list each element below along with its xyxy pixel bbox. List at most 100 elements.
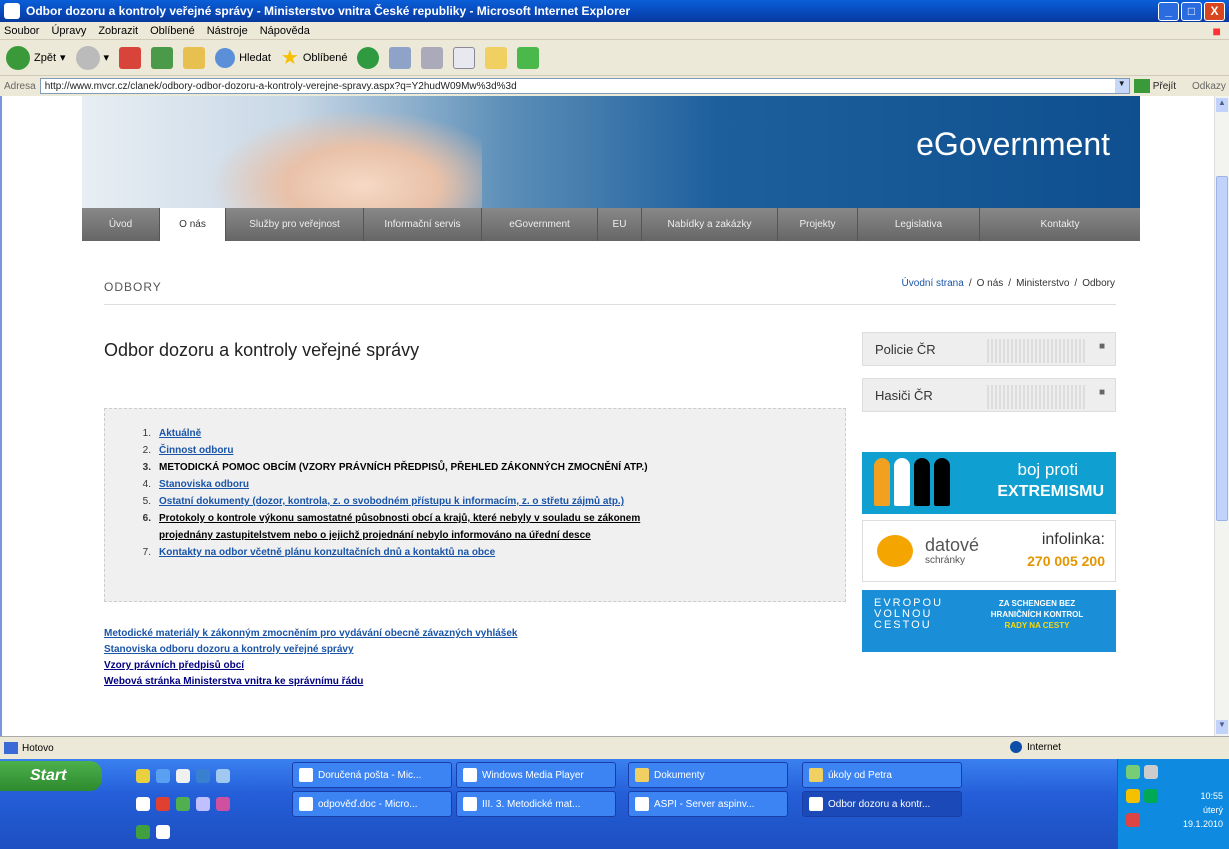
print-icon[interactable] [421, 46, 444, 69]
close-button[interactable]: X [1204, 2, 1225, 21]
scroll-up-icon[interactable]: ▲ [1216, 98, 1228, 112]
quicklaunch-icon[interactable] [136, 769, 150, 783]
menu-zobrazit[interactable]: Zobrazit [98, 25, 138, 37]
breadcrumb-home[interactable]: Úvodní strana [902, 278, 964, 289]
task-dokumenty[interactable]: Dokumenty [628, 762, 788, 788]
task-outlook[interactable]: Doručená pošta - Mic... [292, 762, 452, 788]
side-link-policie[interactable]: Policie ČR ■ [862, 332, 1116, 366]
menu-oblibene[interactable]: Oblíbené [150, 25, 195, 37]
breadcrumb-o-nas[interactable]: O nás [977, 278, 1004, 289]
address-input[interactable]: http://www.mvcr.cz/clanek/odbory-odbor-d… [39, 78, 1130, 94]
home-icon[interactable] [183, 46, 206, 69]
task-metodicke[interactable]: III. 3. Metodické mat... [456, 791, 616, 817]
links-label[interactable]: Odkazy [1192, 81, 1226, 92]
tray-icon[interactable] [1126, 789, 1140, 803]
quicklaunch-icon[interactable] [216, 769, 230, 783]
minimize-button[interactable]: _ [1158, 2, 1179, 21]
nav-sluzby[interactable]: Služby pro veřejnost [226, 208, 364, 241]
bottom-links: Metodické materiály k zákonným zmocněním… [104, 626, 518, 690]
plus-icon: ■ [1098, 387, 1105, 398]
tray-icon[interactable] [1126, 765, 1140, 779]
page-title: Odbor dozoru a kontroly veřejné správy [104, 340, 420, 360]
ie-logo-icon [809, 797, 823, 811]
globe-icon [1010, 741, 1022, 753]
nav-legislativa[interactable]: Legislativa [858, 208, 980, 241]
header-banner: eGovernment [82, 96, 1140, 208]
folder-icon[interactable] [485, 46, 508, 69]
start-button[interactable]: Start [0, 761, 102, 791]
banner-schengen[interactable]: EVROPOU VOLNOU CESTOU ZA SCHENGEN BEZ HRANI… [862, 590, 1116, 652]
search-button[interactable]: Hledat [215, 47, 271, 68]
refresh-icon[interactable] [151, 46, 174, 69]
edit-word-icon[interactable] [453, 46, 476, 69]
vertical-scrollbar[interactable]: ▲ ▼ [1214, 96, 1229, 736]
link-stanoviska-odboru[interactable]: Stanoviska odboru dozoru a kontroly veře… [104, 642, 518, 658]
link-metodicka-pomoc[interactable]: METODICKÁ POMOC OBCÍM (VZORY PRÁVNÍCH PŘ… [159, 459, 648, 476]
quicklaunch-icon[interactable] [156, 797, 170, 811]
quicklaunch-icon[interactable] [196, 797, 210, 811]
menu-soubor[interactable]: Soubor [4, 25, 39, 37]
back-button[interactable]: Zpět ▾ [6, 45, 66, 70]
nav-informacni-servis[interactable]: Informační servis [364, 208, 482, 241]
history-icon[interactable] [357, 46, 380, 69]
nav-nabidky[interactable]: Nabídky a zakázky [642, 208, 778, 241]
side-link-hasici[interactable]: Hasiči ČR ■ [862, 378, 1116, 412]
banner-datove-schranky[interactable]: datové schránky infolinka: 270 005 200 [862, 520, 1116, 582]
link-spravni-rad[interactable]: Webová stránka Ministerstva vnitra ke sp… [104, 674, 518, 690]
tray-icon[interactable] [1126, 813, 1140, 827]
content-box: 1. Aktuálně 2. Činnost odboru 3. METODICKÁ … [104, 408, 846, 602]
link-protokoly-cont[interactable]: projednány zastupitelstvem nebo o jejich… [159, 527, 591, 544]
tray-icon[interactable] [1144, 765, 1158, 779]
plus-icon: ■ [1098, 341, 1105, 352]
task-word[interactable]: odpověď.doc - Micro... [292, 791, 452, 817]
quicklaunch-icon[interactable] [136, 797, 150, 811]
menu-nastroje[interactable]: Nástroje [207, 25, 248, 37]
list-item: projednány zastupitelstvem nebo o jejich… [135, 527, 835, 544]
link-vzory[interactable]: Vzory právních předpisů obcí [104, 658, 518, 674]
link-aktualne[interactable]: Aktuálně [159, 425, 201, 442]
breadcrumb: Úvodní strana / O nás / Ministerstvo / Odbo… [901, 278, 1115, 289]
forward-button[interactable]: ▾ [75, 45, 109, 70]
page-done-icon [4, 742, 18, 754]
nav-egovernment[interactable]: eGovernment [482, 208, 598, 241]
nav-o-nas[interactable]: O nás [160, 208, 226, 241]
banner-extremismus[interactable]: boj proti EXTREMISMU [862, 452, 1116, 514]
tray-icon[interactable] [1144, 789, 1158, 803]
maximize-button[interactable]: □ [1181, 2, 1202, 21]
link-protokoly[interactable]: Protokoly o kontrole výkonu samostatné p… [159, 510, 640, 527]
nav-projekty[interactable]: Projekty [778, 208, 858, 241]
favorites-button[interactable]: ★ Oblíbené [281, 45, 348, 70]
task-ukoly[interactable]: úkoly od Petra [802, 762, 962, 788]
mail-icon[interactable] [389, 46, 412, 69]
task-ie-odbor[interactable]: Odbor dozoru a kontr... [802, 791, 962, 817]
task-media-player[interactable]: Windows Media Player [456, 762, 616, 788]
quicklaunch-icon[interactable] [156, 769, 170, 783]
nav-kontakty[interactable]: Kontakty [980, 208, 1140, 241]
link-ostatni-dokumenty[interactable]: Ostatní dokumenty (dozor, kontrola, z. o… [159, 493, 624, 510]
quicklaunch-icon[interactable] [216, 797, 230, 811]
nav-uvod[interactable]: Úvod [82, 208, 160, 241]
messenger-icon[interactable] [517, 46, 540, 69]
link-cinnost-odboru[interactable]: Činnost odboru [159, 442, 233, 459]
scrollbar-thumb[interactable] [1216, 176, 1228, 521]
link-metodicke-materialy[interactable]: Metodické materiály k zákonným zmocněním… [104, 626, 518, 642]
menu-upravy[interactable]: Úpravy [51, 25, 86, 37]
quicklaunch-icon[interactable] [136, 825, 150, 839]
breadcrumb-ministerstvo[interactable]: Ministerstvo [1016, 278, 1069, 289]
clock[interactable]: 10:55 úterý 19.1.2010 [1183, 789, 1223, 831]
nav-eu[interactable]: EU [598, 208, 642, 241]
media-player-icon [463, 768, 477, 782]
chevron-down-icon[interactable]: ▼ [1114, 79, 1129, 93]
quicklaunch-icon[interactable] [176, 769, 190, 783]
link-kontakty-odbor[interactable]: Kontakty na odbor včetně plánu konzultač… [159, 544, 495, 561]
quicklaunch-icon[interactable] [176, 797, 190, 811]
scroll-down-icon[interactable]: ▼ [1216, 720, 1228, 734]
at-sign-icon [877, 535, 913, 567]
link-stanoviska[interactable]: Stanoviska odboru [159, 476, 249, 493]
task-aspi[interactable]: ASPI - Server aspinv... [628, 791, 788, 817]
quicklaunch-icon[interactable] [196, 769, 210, 783]
menu-napoveda[interactable]: Nápověda [260, 25, 310, 37]
quicklaunch-icon[interactable] [156, 825, 170, 839]
stop-icon[interactable] [119, 46, 142, 69]
go-button[interactable]: Přejít [1133, 79, 1176, 93]
